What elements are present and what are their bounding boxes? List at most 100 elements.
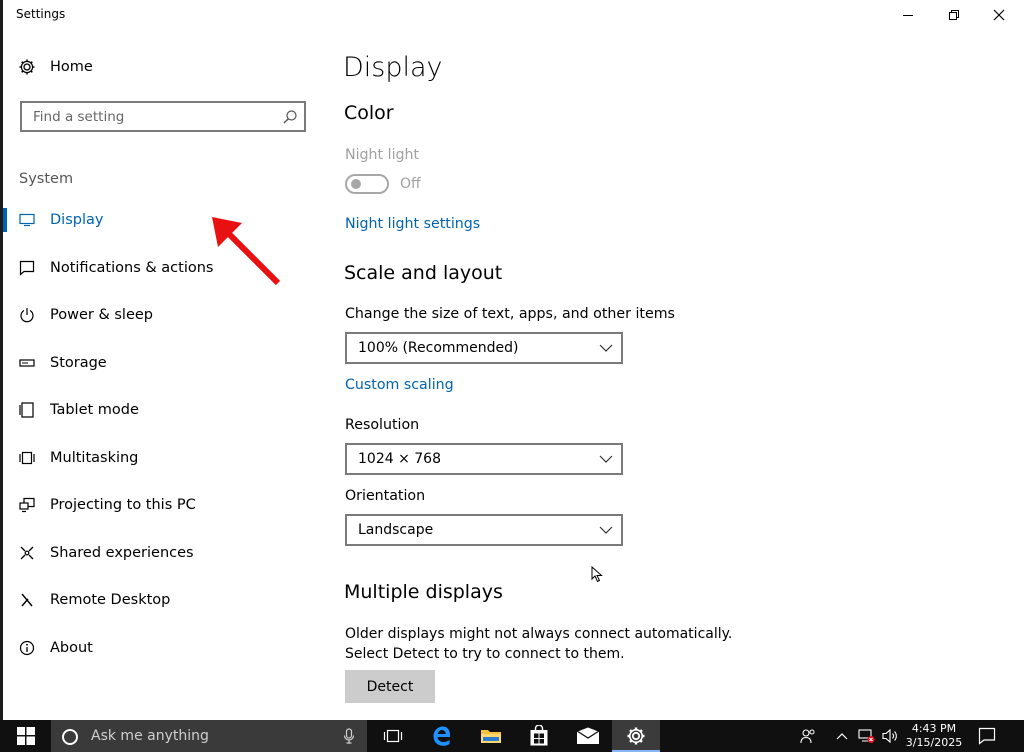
- storage-icon: [18, 359, 35, 367]
- mouse-cursor-icon: [591, 566, 603, 583]
- file-explorer-button[interactable]: [467, 720, 515, 752]
- restore-icon: [949, 10, 959, 20]
- edge-browser-icon: [433, 726, 451, 746]
- night-light-settings-link[interactable]: Night light settings: [345, 216, 480, 232]
- sidebar-item-shared-experiences[interactable]: Shared experiences: [3, 533, 313, 573]
- orientation-value: Landscape: [358, 522, 434, 538]
- store-button[interactable]: [515, 720, 563, 752]
- mail-icon: [576, 727, 600, 744]
- folder-icon: [481, 730, 501, 743]
- sidebar-item-tablet-mode[interactable]: Tablet mode: [3, 390, 313, 430]
- sidebar-item-label: Display: [50, 212, 104, 228]
- gear-icon: [19, 59, 35, 75]
- sidebar-item-label: Power & sleep: [50, 307, 153, 323]
- sidebar-item-projecting[interactable]: Projecting to this PC: [3, 485, 313, 525]
- minimize-icon: [903, 15, 913, 16]
- cortana-placeholder: Ask me anything: [91, 728, 209, 744]
- sidebar-item-storage[interactable]: Storage: [3, 343, 313, 383]
- cortana-icon: [62, 729, 78, 745]
- night-light-toggle[interactable]: [345, 174, 389, 194]
- chevron-down-icon: [599, 526, 613, 534]
- settings-window: Settings Home System Display: [0, 0, 1024, 720]
- detect-button[interactable]: Detect: [345, 670, 435, 703]
- resolution-value: 1024 × 768: [358, 451, 441, 467]
- action-center-button[interactable]: [972, 720, 1002, 752]
- shared-icon: [20, 546, 33, 560]
- selection-indicator: [3, 208, 7, 232]
- night-light-label: Night light: [345, 147, 420, 163]
- sidebar-item-label: Remote Desktop: [50, 592, 171, 608]
- page-title: Display: [343, 52, 443, 83]
- show-hidden-icons-button[interactable]: [832, 720, 852, 752]
- sidebar-item-remote-desktop[interactable]: Remote Desktop: [3, 580, 313, 620]
- sidebar-item-label: Projecting to this PC: [50, 497, 196, 513]
- minimize-button[interactable]: [885, 0, 931, 30]
- sidebar-item-power-sleep[interactable]: Power & sleep: [3, 295, 313, 335]
- tablet-icon: [18, 402, 34, 418]
- start-button[interactable]: [0, 720, 51, 752]
- orientation-label: Orientation: [345, 488, 426, 504]
- monitor-icon: [18, 213, 35, 227]
- close-button[interactable]: [976, 0, 1022, 30]
- sidebar-item-label: Notifications & actions: [50, 260, 214, 276]
- multiple-displays-description: Older displays might not always connect …: [345, 626, 733, 662]
- window-title: Settings: [16, 7, 66, 21]
- sidebar-item-label: Multitasking: [50, 450, 139, 466]
- power-icon: [19, 308, 34, 323]
- store-bag-icon: [530, 725, 548, 746]
- toggle-knob: [351, 179, 361, 189]
- people-button[interactable]: [795, 720, 821, 752]
- home-label: Home: [50, 59, 93, 75]
- clock-date: 3/15/2025: [905, 736, 963, 749]
- size-label: Change the size of text, apps, and other…: [345, 306, 675, 322]
- sidebar-item-label: Storage: [50, 355, 107, 371]
- clock-time: 4:43 PM: [911, 722, 957, 735]
- mail-button[interactable]: [564, 720, 612, 752]
- night-light-state: Off: [400, 176, 421, 192]
- sidebar-item-label: Shared experiences: [50, 545, 194, 561]
- search-icon: [283, 110, 297, 124]
- speaker-icon: [882, 728, 897, 744]
- custom-scaling-link[interactable]: Custom scaling: [345, 377, 454, 393]
- windows-logo-icon: [16, 727, 35, 745]
- sidebar-item-label: Tablet mode: [50, 402, 139, 418]
- multitasking-icon: [18, 451, 35, 465]
- close-icon: [993, 9, 1005, 21]
- chevron-down-icon: [599, 455, 613, 463]
- annotation-arrow-icon: [212, 217, 281, 286]
- resolution-dropdown[interactable]: 1024 × 768: [345, 443, 623, 475]
- find-setting-search[interactable]: [20, 101, 306, 132]
- gear-icon: [627, 727, 645, 745]
- home-link[interactable]: Home: [18, 58, 93, 76]
- search-input[interactable]: [22, 103, 272, 130]
- scale-dropdown[interactable]: 100% (Recommended): [345, 332, 623, 364]
- task-view-icon: [383, 729, 403, 743]
- notification-icon: [19, 260, 34, 276]
- network-disconnected-icon: [858, 729, 875, 743]
- taskbar-clock[interactable]: 4:43 PM 3/15/2025: [905, 722, 963, 750]
- network-tray-button[interactable]: [855, 720, 877, 752]
- chevron-down-icon: [599, 344, 613, 352]
- info-icon: [19, 640, 34, 656]
- chevron-up-icon: [836, 733, 848, 740]
- microphone-icon[interactable]: [343, 728, 355, 744]
- projecting-icon: [18, 497, 35, 513]
- edge-taskbar-button[interactable]: [418, 720, 466, 752]
- multiple-displays-heading: Multiple displays: [344, 581, 503, 603]
- people-icon: [800, 729, 815, 744]
- task-view-button[interactable]: [370, 720, 416, 752]
- sidebar-item-about[interactable]: About: [3, 628, 313, 668]
- action-center-icon: [978, 727, 996, 745]
- cortana-search-box[interactable]: Ask me anything: [51, 720, 367, 752]
- volume-tray-button[interactable]: [879, 720, 901, 752]
- remote-desktop-icon: [20, 593, 33, 607]
- orientation-dropdown[interactable]: Landscape: [345, 514, 623, 546]
- resolution-label: Resolution: [345, 417, 420, 433]
- taskbar: Ask me anything 4:43 PM 3/15/2025: [0, 720, 1024, 752]
- settings-taskbar-button[interactable]: [612, 720, 660, 752]
- title-bar: Settings: [3, 0, 1024, 30]
- color-heading: Color: [344, 102, 394, 124]
- scale-value: 100% (Recommended): [358, 340, 519, 356]
- sidebar-item-multitasking[interactable]: Multitasking: [3, 438, 313, 478]
- restore-button[interactable]: [931, 0, 977, 30]
